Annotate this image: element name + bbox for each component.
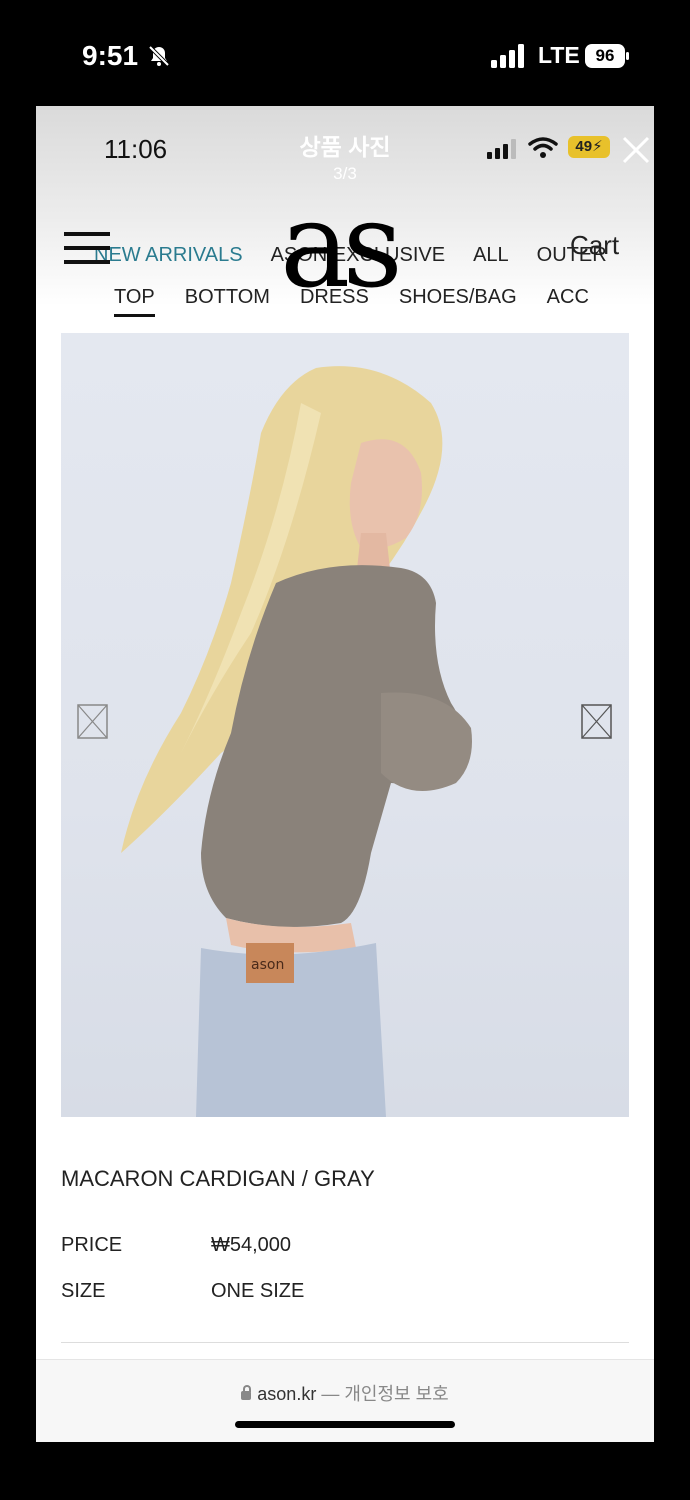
- jeans-label: ason: [251, 957, 284, 973]
- model-illustration: ason: [121, 366, 472, 1117]
- network-type: LTE: [538, 42, 580, 68]
- battery-indicator: 96: [585, 44, 629, 68]
- nav-acc[interactable]: ACC: [547, 286, 589, 308]
- lock-icon: [241, 1385, 252, 1400]
- screenshot-viewer: 11:06 49⚡ 상품 사진 3/3 NEW ARRIVALS ASON EXC…: [36, 106, 654, 1442]
- size-label: SIZE: [61, 1280, 106, 1302]
- divider: [61, 1342, 629, 1343]
- nav-bottom[interactable]: BOTTOM: [185, 286, 270, 308]
- nav-new-arrivals[interactable]: NEW ARRIVALS: [94, 244, 243, 266]
- browser-url-bar[interactable]: ason.kr — 개인정보 보호: [36, 1359, 654, 1442]
- url-domain: ason.kr: [257, 1384, 317, 1404]
- privacy-label: 개인정보 보호: [344, 1384, 449, 1404]
- nav-shoes-bag[interactable]: SHOES/BAG: [399, 286, 517, 308]
- size-value: ONE SIZE: [211, 1280, 305, 1302]
- prev-image-icon[interactable]: [77, 704, 108, 739]
- next-image-icon[interactable]: [581, 704, 612, 739]
- product-name: MACARON CARDIGAN / GRAY: [61, 1166, 375, 1191]
- url-text[interactable]: ason.kr — 개인정보 보호: [36, 1380, 654, 1406]
- url-separator: —: [321, 1384, 340, 1404]
- nav-all[interactable]: ALL: [473, 244, 509, 266]
- bell-muted-icon: [148, 45, 170, 67]
- home-indicator[interactable]: [235, 1421, 455, 1428]
- nav-top[interactable]: TOP: [114, 286, 155, 317]
- viewer-title: 상품 사진: [299, 134, 391, 160]
- signal-icon: [491, 44, 524, 68]
- cart-link[interactable]: Cart: [570, 230, 619, 261]
- phone-time: 9:51: [82, 40, 139, 71]
- battery-level: 96: [585, 44, 625, 68]
- price-label: PRICE: [61, 1234, 123, 1256]
- close-icon[interactable]: [620, 134, 652, 166]
- product-photo: ason: [61, 333, 629, 1117]
- hamburger-icon[interactable]: [64, 232, 110, 266]
- site-logo[interactable]: as: [280, 186, 403, 304]
- price-value: ₩54,000: [211, 1234, 292, 1256]
